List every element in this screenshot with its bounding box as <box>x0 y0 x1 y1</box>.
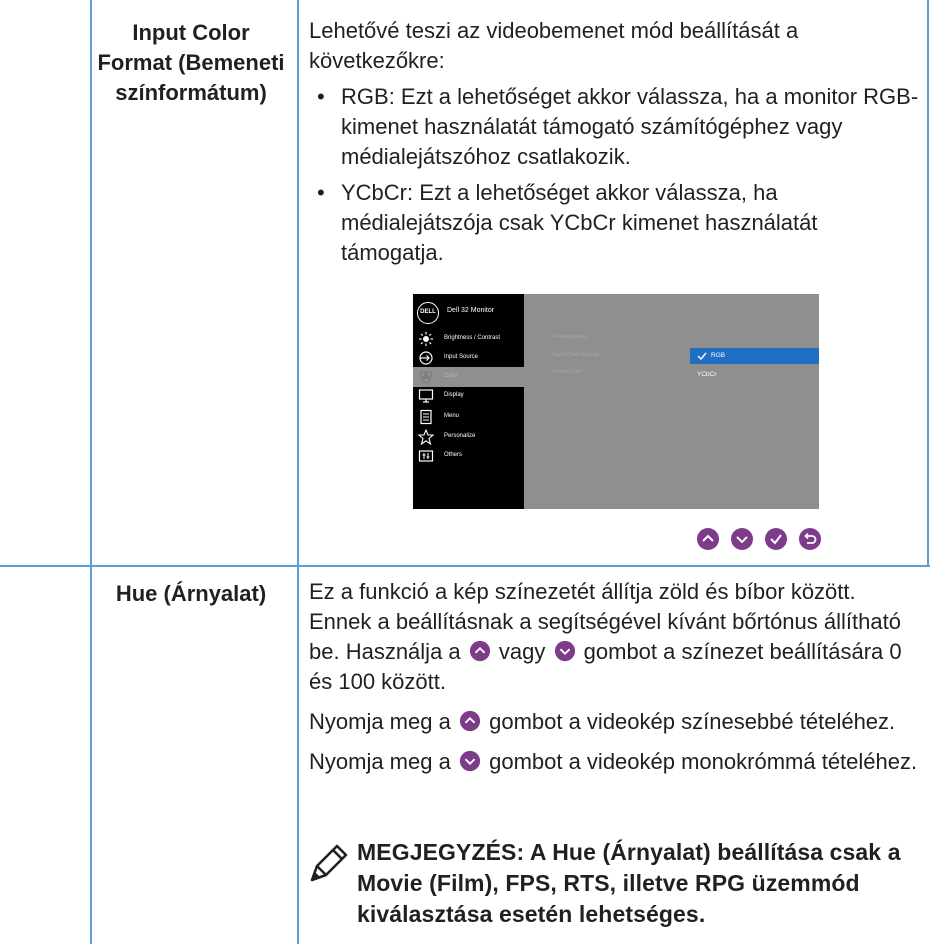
up-button-icon <box>459 710 481 732</box>
osd-menu-label: Brightness / Contrast <box>444 335 501 341</box>
osd-option-ycbcr[interactable]: YCbCr <box>697 371 717 378</box>
osd-menu-label: Color <box>444 373 459 379</box>
osd-menu-item-color[interactable]: Color <box>413 367 524 387</box>
checkmark-icon <box>697 352 707 361</box>
brightness-icon <box>419 332 433 346</box>
osd-menu-label: Menu <box>444 413 460 419</box>
hue-paragraph-2: Nyomja meg a gombot a videokép színesebb… <box>309 709 896 734</box>
osd-menu-item-others[interactable]: Others <box>413 446 524 466</box>
color-icon <box>420 371 432 383</box>
osd-menu-label: Display <box>444 392 464 398</box>
up-icon[interactable] <box>696 527 720 551</box>
input-color-format-label: Input Color Format (Bemeneti színformátu… <box>97 20 285 105</box>
table-border-left <box>90 0 92 944</box>
osd-menu-item-menu[interactable]: Menu <box>413 407 524 427</box>
confirm-icon[interactable] <box>764 527 788 551</box>
bullet-dot: • <box>317 180 325 205</box>
osd-menu-label: Personalize <box>444 433 476 439</box>
bullet-ycbcr: • YCbCr: Ezt a lehetőséget akkor válassz… <box>309 178 924 268</box>
back-icon[interactable] <box>798 527 822 551</box>
input-color-format-description: Lehetővé teszi az videobemenet mód beáll… <box>309 16 924 268</box>
osd-menu-label: Input Source <box>444 354 479 360</box>
bullet-text: : Ezt a lehetőséget akkor válassza, ha a… <box>341 84 919 169</box>
dell-logo: DELL <box>417 302 439 324</box>
table-border-right <box>927 0 929 566</box>
bullet-dot: • <box>317 84 325 109</box>
hue-label: Hue (Árnyalat) <box>115 581 267 606</box>
osd-submenu-reset-color[interactable]: Reset Color <box>553 369 582 375</box>
others-icon <box>418 450 434 462</box>
bullet-text: : Ezt a lehetőséget akkor válassza, ha m… <box>341 180 818 265</box>
osd-option-highlight <box>690 348 819 364</box>
osd-menu-label: Others <box>444 452 463 458</box>
intro-text: Lehetővé teszi az videobemenet mód beáll… <box>309 18 799 73</box>
note-text: MEGJEGYZÉS: A Hue (Árnyalat) beállítása … <box>357 839 901 927</box>
osd-submenu-input-color-format[interactable]: Input Color Format <box>553 352 599 358</box>
osd-menu-item-personalize[interactable]: Personalize <box>413 427 524 447</box>
osd-option-rgb[interactable]: RGB <box>711 352 725 359</box>
table-border-middle <box>297 0 299 944</box>
down-button-icon <box>459 750 481 772</box>
table-row-divider <box>0 565 930 567</box>
osd-screenshot: DELL Dell 32 Monitor Brightness / Contra… <box>413 294 819 509</box>
bullet-term: RGB <box>341 84 389 109</box>
hue-description: Ez a funkció a kép színezetét állítja zö… <box>309 577 924 777</box>
hue-paragraph-3: Nyomja meg a gombot a videokép monokrómm… <box>309 749 918 774</box>
hue-paragraph-1: Ez a funkció a kép színezetét állítja zö… <box>309 579 902 694</box>
bullet-term: YCbCr <box>341 180 408 205</box>
osd-title: Dell 32 Monitor <box>447 307 495 314</box>
star-icon <box>418 429 434 445</box>
bullet-rgb: • RGB: Ezt a lehetőséget akkor válassza,… <box>309 82 924 172</box>
menu-icon <box>420 409 432 425</box>
down-icon[interactable] <box>730 527 754 551</box>
osd-menu-item-brightness[interactable]: Brightness / Contrast <box>413 329 524 349</box>
display-icon <box>418 389 434 403</box>
pencil-icon <box>310 844 348 882</box>
osd-submenu-preset-modes[interactable]: Preset Modes <box>553 334 587 340</box>
osd-menu-item-input-source[interactable]: Input Source <box>413 348 524 368</box>
down-button-icon <box>554 640 575 662</box>
input-source-icon <box>419 351 433 365</box>
osd-menu-item-display[interactable]: Display <box>413 386 524 406</box>
up-button-icon <box>469 640 490 662</box>
